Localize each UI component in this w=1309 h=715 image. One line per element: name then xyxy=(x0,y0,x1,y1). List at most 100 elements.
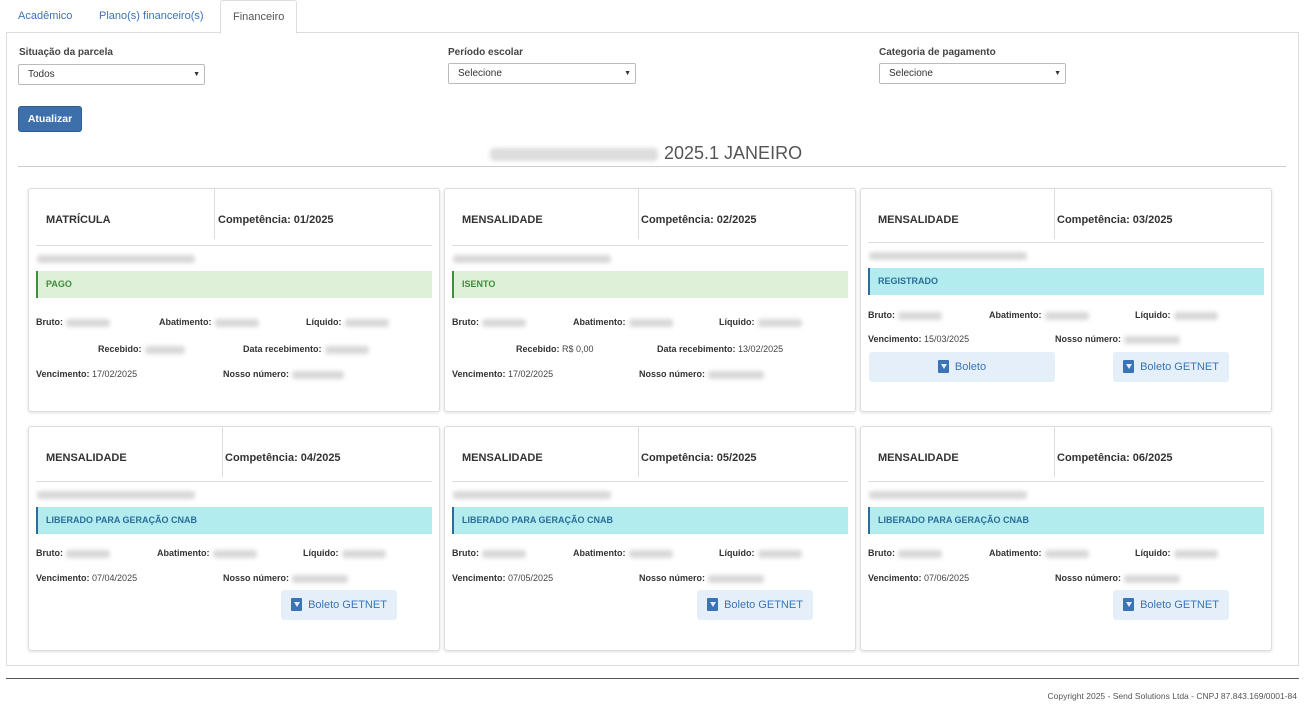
vencimento-label: Vencimento: xyxy=(36,369,90,379)
bruto-field: Bruto: xyxy=(868,548,942,558)
vencimento-label: Vencimento: xyxy=(36,573,90,583)
liquido-field: Líquido: xyxy=(719,548,802,558)
boleto-getnet-label: Boleto GETNET xyxy=(308,599,387,611)
status-badge: PAGO xyxy=(36,271,432,298)
card-divider xyxy=(222,427,223,477)
section-divider xyxy=(18,166,1286,167)
redacted-text xyxy=(37,491,195,499)
liquido-label: Líquido: xyxy=(1135,548,1171,558)
vencimento-value: 07/06/2025 xyxy=(924,573,970,583)
periodo-value: Selecione xyxy=(458,68,502,79)
redacted-text xyxy=(869,491,1027,499)
recebido-value: R$ 0,00 xyxy=(562,344,594,354)
bruto-label: Bruto: xyxy=(36,317,63,327)
bruto-field: Bruto: xyxy=(868,310,942,320)
vencimento-field: Vencimento: 07/05/2025 xyxy=(452,573,553,583)
recebido-field: Recebido: R$ 0,00 xyxy=(516,344,594,354)
boleto-getnet-button[interactable]: Boleto GETNET xyxy=(697,590,813,620)
liquido-field: Líquido: xyxy=(303,548,386,558)
abatimento-field: Abatimento: xyxy=(573,317,673,327)
redacted-text xyxy=(453,491,611,499)
boleto-getnet-label: Boleto GETNET xyxy=(1140,361,1219,373)
footer-copyright: Copyright 2025 - Send Solutions Ltda - C… xyxy=(1047,691,1298,701)
card-type: MENSALIDADE xyxy=(878,452,959,464)
installment-card: MATRÍCULA Competência: 01/2025 PAGO Brut… xyxy=(28,188,440,412)
card-competencia: Competência: 06/2025 xyxy=(1057,452,1173,464)
abatimento-label: Abatimento: xyxy=(157,548,210,558)
boleto-label: Boleto xyxy=(954,361,987,373)
redacted-text xyxy=(869,252,1027,260)
liquido-field: Líquido: xyxy=(1135,548,1218,558)
download-icon xyxy=(1123,597,1135,611)
vencimento-value: 17/02/2025 xyxy=(92,369,138,379)
boleto-getnet-button[interactable]: Boleto GETNET xyxy=(1113,590,1229,620)
boleto-getnet-label: Boleto GETNET xyxy=(724,599,803,611)
bruto-field: Bruto: xyxy=(452,317,526,327)
liquido-label: Líquido: xyxy=(303,548,339,558)
data-recebimento-field: Data recebimento: 13/02/2025 xyxy=(657,344,783,354)
periodo-select[interactable]: Selecione ▼ xyxy=(448,63,636,84)
boleto-getnet-button[interactable]: Boleto GETNET xyxy=(1113,352,1229,382)
boleto-getnet-button[interactable]: Boleto GETNET xyxy=(281,590,397,620)
card-divider xyxy=(868,481,1264,482)
nosso-numero-label: Nosso número: xyxy=(639,573,706,583)
categoria-select[interactable]: Selecione ▼ xyxy=(879,63,1066,84)
nosso-numero-field: Nosso número: xyxy=(1055,334,1181,344)
card-type: MENSALIDADE xyxy=(462,214,543,226)
recebido-label: Recebido: xyxy=(516,344,560,354)
boleto-getnet-label: Boleto GETNET xyxy=(1140,599,1219,611)
installment-card: MENSALIDADE Competência: 06/2025 LIBERAD… xyxy=(860,426,1272,651)
card-divider xyxy=(868,242,1264,243)
abatimento-field: Abatimento: xyxy=(989,310,1089,320)
card-competencia: Competência: 03/2025 xyxy=(1057,214,1173,226)
card-divider xyxy=(36,481,432,482)
boleto-button[interactable]: Boleto xyxy=(869,352,1055,382)
nosso-numero-field: Nosso número: xyxy=(223,369,345,379)
categoria-value: Selecione xyxy=(889,68,933,79)
status-badge: LIBERADO PARA GERAÇÃO CNAB xyxy=(36,507,432,534)
card-divider xyxy=(452,245,848,246)
tab-academico[interactable]: Acadêmico xyxy=(6,0,84,33)
abatimento-label: Abatimento: xyxy=(989,548,1042,558)
vencimento-label: Vencimento: xyxy=(452,369,506,379)
card-competencia: Competência: 04/2025 xyxy=(225,452,341,464)
vencimento-label: Vencimento: xyxy=(868,573,922,583)
installment-card: MENSALIDADE Competência: 04/2025 LIBERAD… xyxy=(28,426,440,651)
nosso-numero-label: Nosso número: xyxy=(639,369,706,379)
bruto-label: Bruto: xyxy=(452,317,479,327)
redacted-text xyxy=(453,255,611,263)
vencimento-value: 07/04/2025 xyxy=(92,573,138,583)
liquido-field: Líquido: xyxy=(1135,310,1218,320)
card-divider xyxy=(1054,189,1055,239)
situacao-value: Todos xyxy=(28,69,55,80)
situacao-select[interactable]: Todos ▼ xyxy=(18,64,205,85)
abatimento-label: Abatimento: xyxy=(989,310,1042,320)
tab-planos-financeiros[interactable]: Plano(s) financeiro(s) xyxy=(87,0,216,33)
card-divider xyxy=(1054,427,1055,477)
download-icon xyxy=(937,359,949,373)
atualizar-button[interactable]: Atualizar xyxy=(18,106,82,132)
abatimento-label: Abatimento: xyxy=(573,317,626,327)
vencimento-field: Vencimento: 17/02/2025 xyxy=(452,369,553,379)
data-recebimento-field: Data recebimento: xyxy=(243,344,369,354)
card-divider xyxy=(638,189,639,239)
recebido-label: Recebido: xyxy=(98,344,142,354)
nosso-numero-label: Nosso número: xyxy=(1055,334,1122,344)
nosso-numero-field: Nosso número: xyxy=(639,369,765,379)
bruto-label: Bruto: xyxy=(452,548,479,558)
vencimento-label: Vencimento: xyxy=(452,573,506,583)
vencimento-label: Vencimento: xyxy=(868,334,922,344)
bruto-label: Bruto: xyxy=(868,548,895,558)
categoria-label: Categoria de pagamento xyxy=(879,47,996,58)
status-badge: LIBERADO PARA GERAÇÃO CNAB xyxy=(868,507,1264,534)
redacted-text xyxy=(490,147,658,161)
redacted-text xyxy=(37,255,195,263)
card-divider xyxy=(214,189,215,239)
caret-down-icon: ▼ xyxy=(193,71,200,78)
abatimento-field: Abatimento: xyxy=(989,548,1089,558)
data-recebimento-label: Data recebimento: xyxy=(243,344,322,354)
installment-card: MENSALIDADE Competência: 05/2025 LIBERAD… xyxy=(444,426,856,651)
bruto-field: Bruto: xyxy=(36,317,110,327)
tab-financeiro[interactable]: Financeiro xyxy=(220,0,298,34)
card-divider xyxy=(638,427,639,477)
